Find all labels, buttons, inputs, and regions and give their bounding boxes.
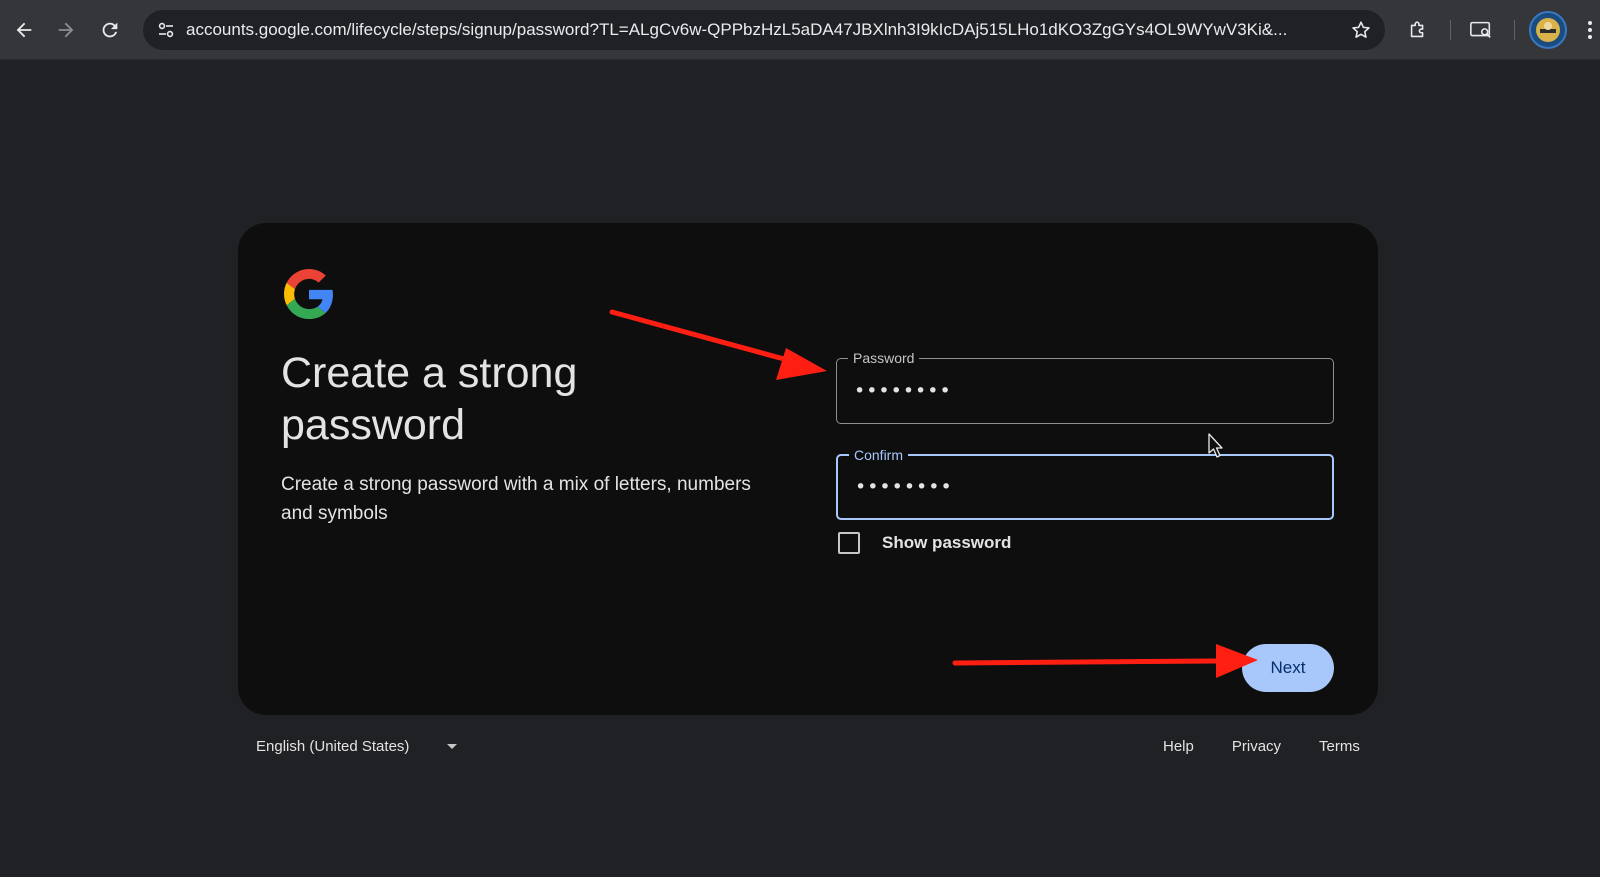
help-link[interactable]: Help xyxy=(1163,738,1194,755)
show-password-checkbox[interactable] xyxy=(838,532,860,554)
confirm-input[interactable] xyxy=(855,456,1315,518)
show-password-row[interactable]: Show password xyxy=(838,530,1011,556)
next-button[interactable]: Next xyxy=(1242,644,1334,692)
reload-icon xyxy=(102,22,118,38)
profile-avatar[interactable] xyxy=(1529,11,1567,49)
toolbar-divider xyxy=(1514,20,1515,40)
browser-toolbar: accounts.google.com/lifecycle/steps/sign… xyxy=(0,0,1600,60)
kebab-menu-icon[interactable] xyxy=(1580,15,1600,45)
bookmark-button[interactable] xyxy=(1347,16,1375,44)
url-text[interactable]: accounts.google.com/lifecycle/steps/sign… xyxy=(186,10,1316,50)
privacy-link[interactable]: Privacy xyxy=(1232,738,1281,755)
chevron-down-icon xyxy=(447,744,458,749)
arrow-left-icon xyxy=(16,22,32,38)
signup-card: Create a strong password Create a strong… xyxy=(238,223,1378,715)
puzzle-icon xyxy=(1410,21,1424,38)
reload-button[interactable] xyxy=(95,15,125,45)
google-g-logo xyxy=(284,269,333,319)
extensions-button[interactable] xyxy=(1403,15,1433,45)
forward-button[interactable] xyxy=(51,15,81,45)
back-button[interactable] xyxy=(9,15,39,45)
page-title: Create a strong password xyxy=(281,349,578,449)
password-field[interactable]: Password xyxy=(836,349,1334,424)
tune-icon xyxy=(158,22,174,38)
arrow-right-icon xyxy=(58,22,74,38)
page-body: Create a strong password Create a strong… xyxy=(0,60,1600,877)
cast-search-button[interactable] xyxy=(1466,15,1496,45)
password-input[interactable] xyxy=(854,359,1314,423)
address-bar[interactable]: accounts.google.com/lifecycle/steps/sign… xyxy=(143,10,1385,50)
cast-search-icon xyxy=(1470,21,1491,38)
show-password-label[interactable]: Show password xyxy=(882,533,1011,553)
profile-picture-icon xyxy=(1536,18,1560,42)
confirm-field[interactable]: Confirm xyxy=(836,446,1334,520)
terms-link[interactable]: Terms xyxy=(1319,738,1360,755)
page-subtitle: Create a strong password with a mix of l… xyxy=(281,474,751,524)
footer-links: Help Privacy Terms xyxy=(1163,738,1360,755)
language-selector[interactable]: English (United States) xyxy=(256,738,458,755)
language-label: English (United States) xyxy=(256,738,410,755)
site-info-button[interactable] xyxy=(152,16,180,44)
toolbar-divider xyxy=(1450,20,1451,40)
star-icon xyxy=(1352,21,1370,38)
